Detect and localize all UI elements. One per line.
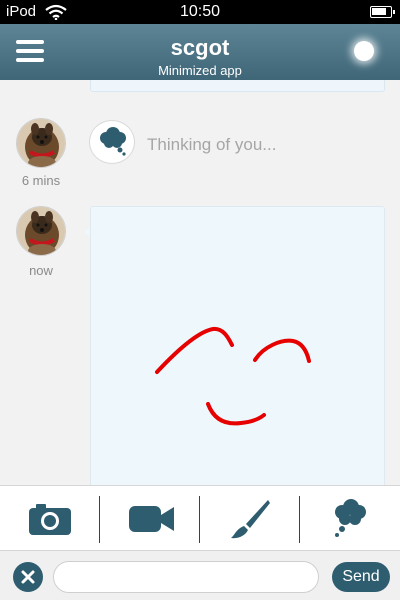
close-icon (21, 570, 35, 584)
clock: 10:50 (179, 3, 221, 20)
camera-icon (29, 504, 71, 535)
drawing-stroke-right-eye (253, 338, 311, 363)
smiley-drawing (155, 326, 311, 426)
thought-cloud-icon (335, 499, 366, 537)
dog-photo (17, 119, 65, 167)
battery-icon (370, 6, 395, 18)
video-button[interactable] (100, 486, 200, 551)
online-indicator[interactable] (354, 41, 374, 61)
message-time: 6 mins (21, 173, 61, 188)
avatar[interactable] (16, 206, 66, 256)
chat-thread[interactable]: 6 mins Thinking of you... now (0, 80, 400, 485)
previous-message-bubble[interactable] (90, 80, 385, 92)
page-subtitle: Minimized app (158, 63, 242, 78)
compose-bar: Send (0, 550, 400, 600)
drawing-message-bubble[interactable] (90, 206, 385, 485)
paintbrush-icon (231, 500, 270, 539)
clear-button[interactable] (13, 562, 43, 592)
drawing-stroke-left-eye (155, 326, 234, 374)
thought-message-text: Thinking of you... (147, 135, 277, 154)
dog-photo (17, 207, 65, 255)
camera-button[interactable] (0, 486, 100, 551)
media-toolbar (0, 485, 400, 550)
message-time: now (29, 263, 53, 278)
thought-bubble[interactable] (89, 120, 135, 164)
thought-cloud-icon (100, 127, 126, 156)
avatar[interactable] (16, 118, 66, 168)
send-button[interactable]: Send (332, 562, 390, 592)
video-camera-icon (129, 506, 174, 532)
status-bar: iPod 10:50 (0, 0, 400, 24)
thought-button[interactable] (300, 486, 400, 551)
battery-level (372, 8, 387, 15)
drawing-stroke-mouth (206, 402, 266, 426)
page-title: scgot (170, 35, 230, 60)
message-input[interactable] (53, 561, 319, 593)
draw-button[interactable] (200, 486, 300, 551)
app-header: scgot Minimized app (0, 24, 400, 80)
